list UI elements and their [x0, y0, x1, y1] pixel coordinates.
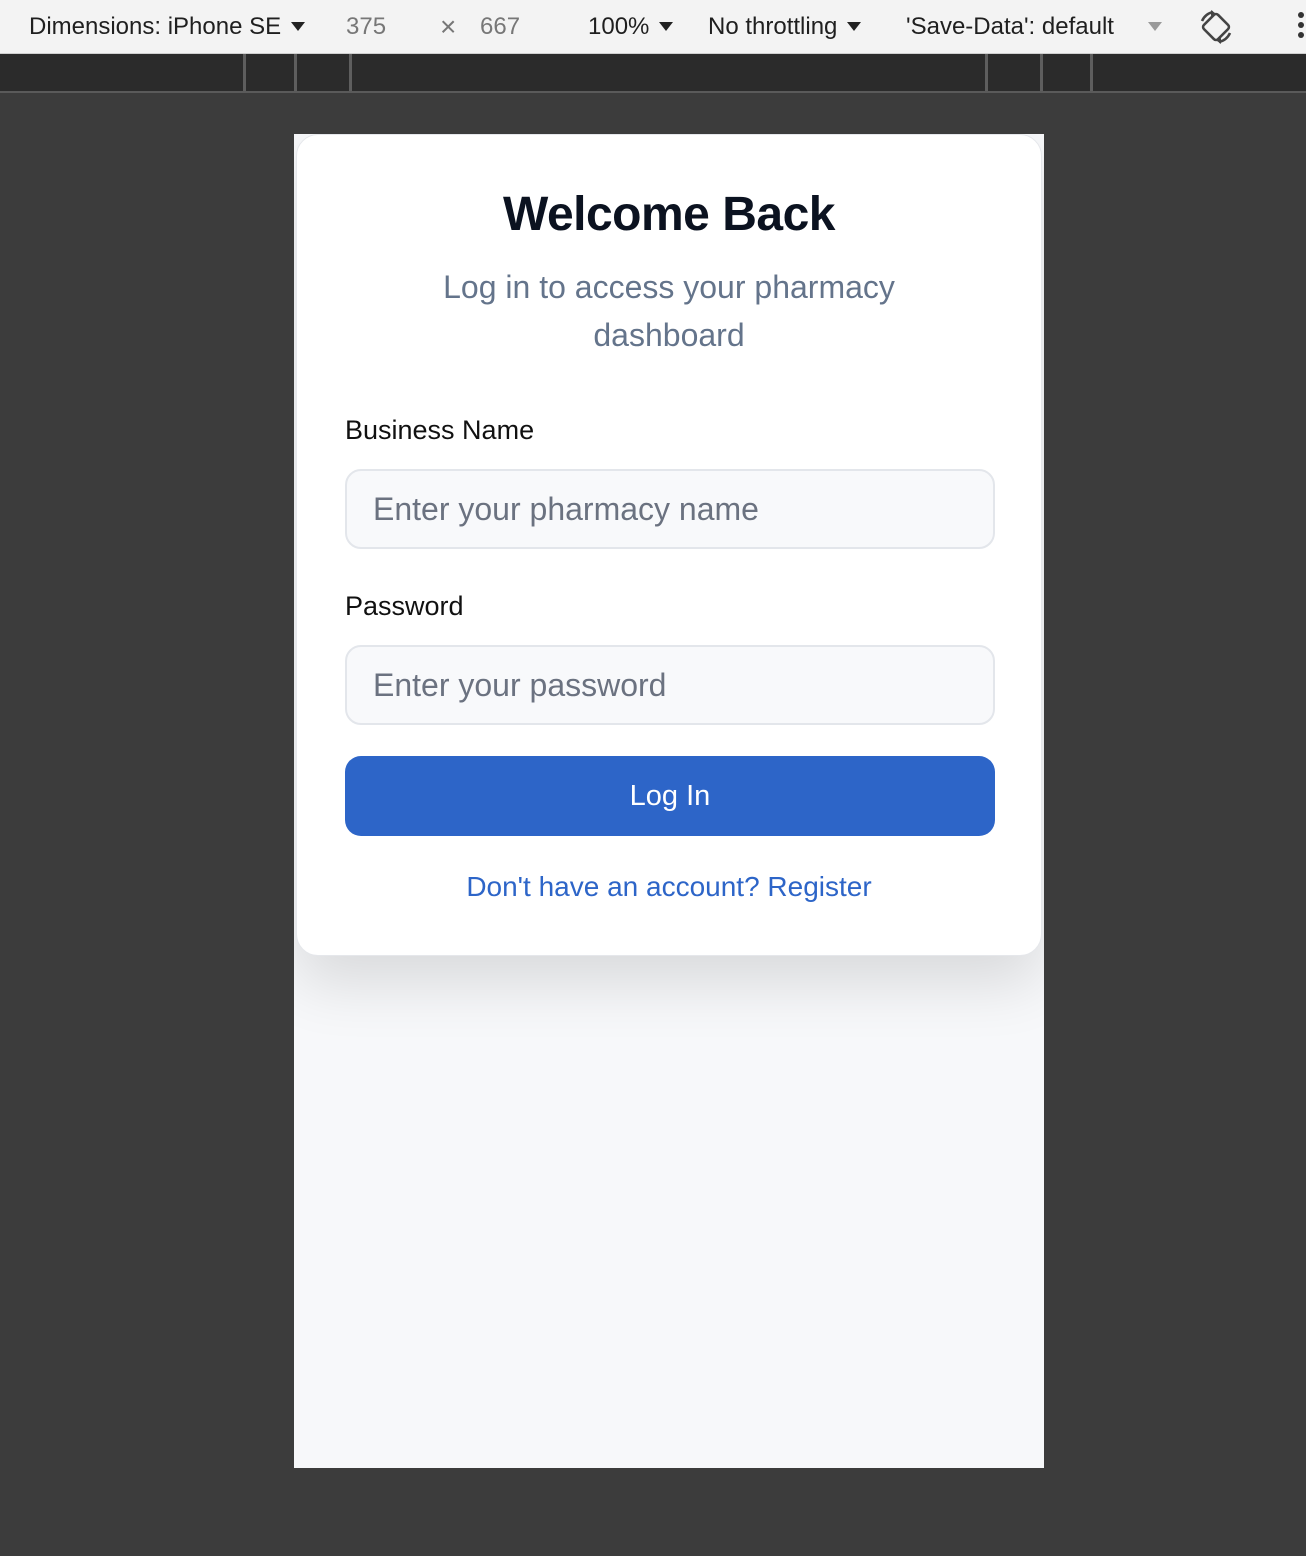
zoom-dropdown[interactable]: 100% [588, 0, 674, 54]
page-subtitle: Log in to access your pharmacy dashboard [443, 269, 895, 353]
password-label: Password [345, 591, 464, 621]
chevron-down-icon [1147, 21, 1162, 31]
width-input[interactable]: 375 [346, 0, 386, 54]
height-input[interactable]: 667 [480, 0, 520, 54]
login-card: Welcome Back Log in to access your pharm… [296, 134, 1042, 956]
save-data-dropdown[interactable]: 'Save-Data': default [906, 0, 1162, 54]
device-viewport: Welcome Back Log in to access your pharm… [294, 134, 1044, 1468]
password-input[interactable] [345, 645, 995, 725]
register-link[interactable]: Don't have an account? Register [297, 871, 1041, 903]
chevron-down-icon [847, 21, 862, 31]
zoom-label: 100% [588, 13, 650, 40]
media-query-marker[interactable] [349, 54, 352, 91]
media-query-marker[interactable] [294, 54, 297, 91]
media-query-bar [0, 54, 1306, 93]
business-name-label: Business Name [345, 415, 535, 445]
dimensions-dropdown[interactable]: Dimensions: iPhone SE [29, 0, 306, 54]
device-toolbar: Dimensions: iPhone SE 375 × 667 100% No … [0, 0, 1306, 54]
rotate-icon[interactable] [1197, 8, 1235, 46]
dimensions-label: Dimensions: iPhone SE [29, 13, 282, 40]
save-data-label: 'Save-Data': default [906, 13, 1114, 40]
chevron-down-icon [659, 21, 674, 31]
chevron-down-icon [291, 21, 306, 31]
throttling-label: No throttling [708, 13, 838, 40]
business-name-input[interactable] [345, 469, 995, 549]
media-query-marker[interactable] [1040, 54, 1043, 91]
page-title: Welcome Back [503, 188, 835, 241]
throttling-dropdown[interactable]: No throttling [708, 0, 862, 54]
login-button[interactable]: Log In [345, 756, 995, 836]
media-query-marker[interactable] [1090, 54, 1093, 91]
times-icon: × [440, 11, 457, 42]
media-query-marker[interactable] [243, 54, 246, 91]
more-options-icon[interactable] [1290, 12, 1306, 42]
media-query-marker[interactable] [985, 54, 988, 91]
